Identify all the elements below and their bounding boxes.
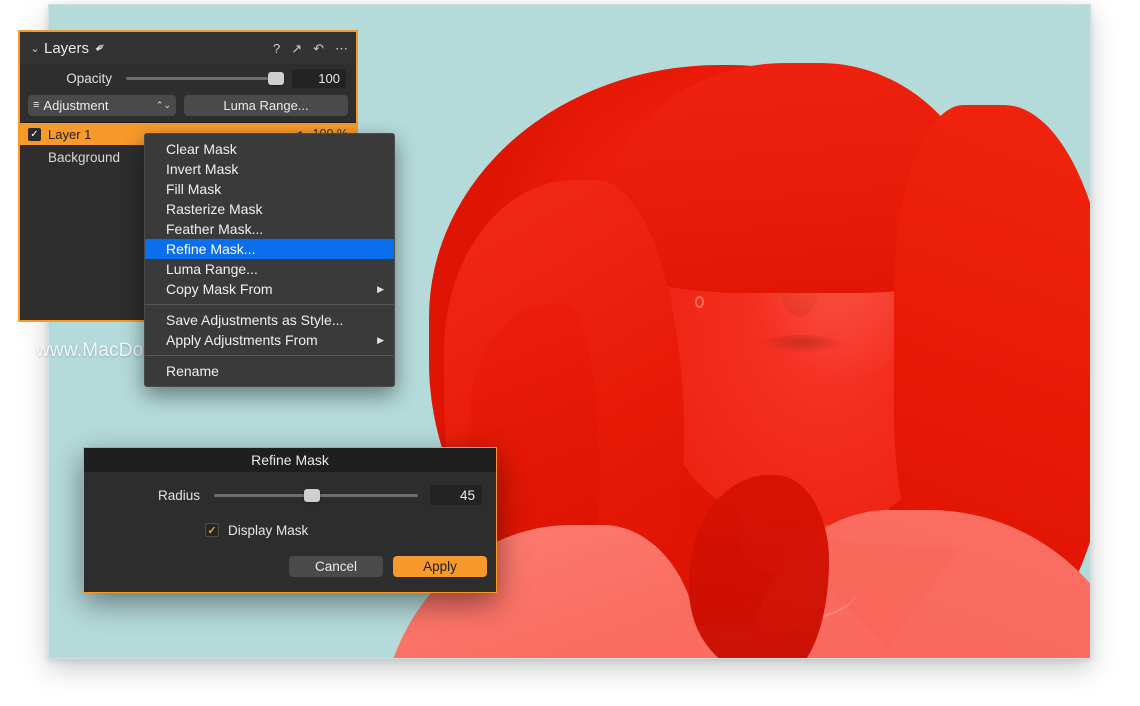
reset-undo-icon[interactable]: ↶ (313, 42, 324, 55)
menu-item-label: Save Adjustments as Style... (166, 312, 344, 328)
menu-item-label: Rasterize Mask (166, 201, 263, 217)
dialog-button-bar: Cancel Apply (84, 542, 496, 577)
layer-name[interactable]: Background (48, 150, 120, 165)
adjustment-dropdown[interactable]: ≡ Adjustment ⌃⌄ (28, 94, 176, 116)
display-mask-row[interactable]: ✓ Display Mask (84, 518, 496, 542)
menu-item-label: Clear Mask (166, 141, 237, 157)
help-icon[interactable]: ? (273, 42, 280, 55)
opacity-control-row: Opacity 100 (20, 64, 356, 92)
menu-item-apply-adjustments-from[interactable]: Apply Adjustments From ▶ (145, 330, 394, 350)
luma-range-button[interactable]: Luma Range... (184, 94, 348, 116)
more-options-icon[interactable]: ⋯ (335, 42, 348, 55)
menu-separator (145, 304, 394, 305)
menu-item-label: Feather Mask... (166, 221, 264, 237)
radius-value-field[interactable]: 45 (430, 485, 482, 505)
chevron-down-icon[interactable]: ⌄ (26, 42, 44, 55)
radius-slider[interactable] (214, 488, 418, 502)
menu-separator (145, 355, 394, 356)
menu-item-save-adjustments-as-style[interactable]: Save Adjustments as Style... (145, 310, 394, 330)
layer-context-menu: Clear Mask Invert Mask Fill Mask Rasteri… (144, 133, 395, 387)
submenu-arrow-icon: ▶ (377, 283, 384, 294)
adjustment-row: ≡ Adjustment ⌃⌄ Luma Range... (20, 92, 356, 118)
menu-item-invert-mask[interactable]: Invert Mask (145, 159, 394, 179)
layer-name[interactable]: Layer 1 (48, 127, 91, 142)
menu-item-label: Rename (166, 363, 219, 379)
radius-label: Radius (157, 487, 200, 503)
refine-mask-dialog: Refine Mask Radius 45 ✓ Display Mask Can… (83, 447, 497, 593)
submenu-arrow-icon: ▶ (377, 334, 384, 345)
macdown-circle-logo-icon: M (8, 340, 30, 362)
menu-item-copy-mask-from[interactable]: Copy Mask From ▶ (145, 279, 394, 299)
menu-item-label: Invert Mask (166, 161, 239, 177)
menu-item-label: Copy Mask From (166, 281, 273, 297)
menu-item-feather-mask[interactable]: Feather Mask... (145, 219, 394, 239)
stepper-up-down-icon[interactable]: ⌃⌄ (156, 101, 171, 110)
expand-arrow-icon[interactable]: ↗ (291, 42, 302, 55)
face-mouth (761, 335, 843, 353)
adjustment-dropdown-label: Adjustment (43, 97, 109, 113)
menu-item-luma-range[interactable]: Luma Range... (145, 259, 394, 279)
menu-item-label: Refine Mask... (166, 241, 256, 257)
menu-item-label: Luma Range... (166, 261, 258, 277)
layers-panel-header: ⌄ Layers ✒ ? ↗ ↶ ⋯ (20, 32, 356, 64)
menu-item-refine-mask[interactable]: Refine Mask... (145, 239, 394, 259)
layer-visibility-checkbox[interactable]: ✓ (28, 127, 41, 141)
opacity-slider[interactable] (126, 71, 284, 85)
display-mask-label[interactable]: Display Mask (228, 523, 308, 538)
menu-item-rename[interactable]: Rename (145, 361, 394, 381)
opacity-slider-thumb[interactable] (268, 71, 284, 85)
menu-item-rasterize-mask[interactable]: Rasterize Mask (145, 199, 394, 219)
radius-slider-thumb[interactable] (303, 488, 320, 502)
dialog-title: Refine Mask (84, 448, 496, 472)
opacity-value-field[interactable]: 100 (292, 68, 346, 88)
menu-item-clear-mask[interactable]: Clear Mask (145, 139, 394, 159)
face-earring (695, 296, 704, 308)
layers-header-actions: ? ↗ ↶ ⋯ (273, 42, 348, 55)
menu-item-fill-mask[interactable]: Fill Mask (145, 179, 394, 199)
sliders-icon: ≡ (33, 99, 40, 111)
brush-icon[interactable]: ✒ (91, 38, 109, 57)
layers-panel-title: Layers (44, 39, 90, 57)
menu-item-label: Apply Adjustments From (166, 332, 318, 348)
opacity-label: Opacity (66, 70, 112, 86)
apply-button[interactable]: Apply (393, 556, 487, 577)
menu-item-label: Fill Mask (166, 181, 222, 197)
display-mask-checkbox[interactable]: ✓ (205, 523, 219, 537)
cancel-button[interactable]: Cancel (289, 556, 383, 577)
radius-control-row: Radius 45 (84, 472, 496, 518)
